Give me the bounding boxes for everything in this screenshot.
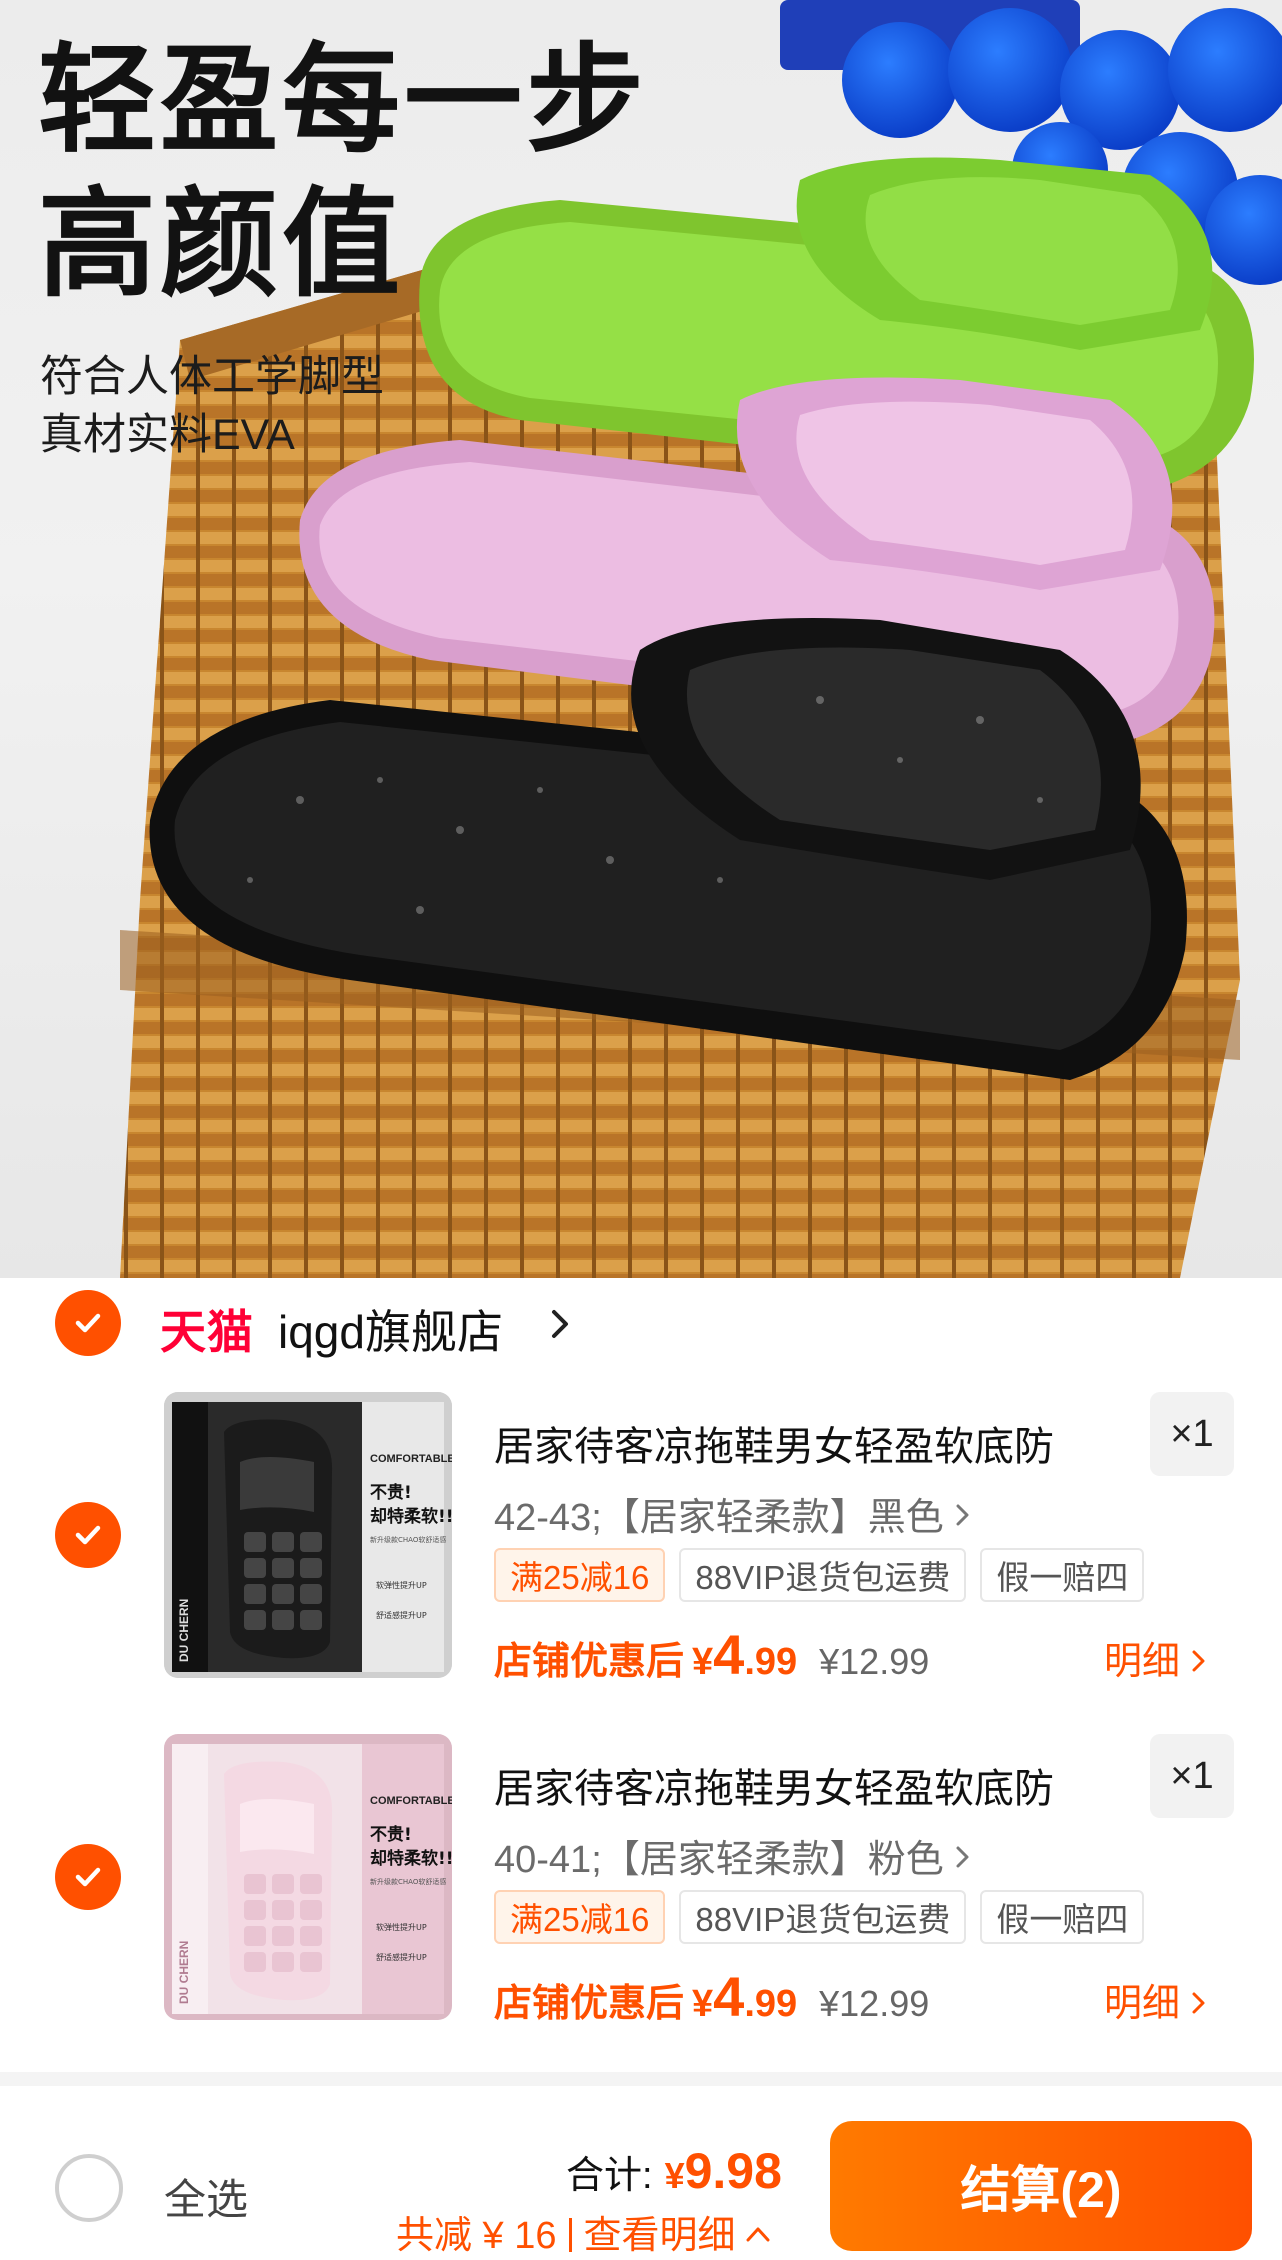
checkmark-icon: [75, 1867, 101, 1887]
sku-selector[interactable]: 40-41;【居家轻柔款】粉色: [494, 1828, 972, 1883]
checkout-button[interactable]: 结算(2): [830, 2121, 1252, 2251]
promo-tag: 满25减16: [494, 1890, 666, 1944]
chevron-right-icon: [1192, 1992, 1205, 2014]
select-all-label[interactable]: 全选: [164, 2166, 248, 2227]
cart-item: COMFORTABLE 不贵! 却特柔软!! 新升级款CHAO软舒适感 软弹性提…: [0, 1392, 1282, 1702]
select-all-checkbox[interactable]: [55, 2154, 123, 2222]
item-title[interactable]: 居家待客凉拖鞋男女轻盈软底防: [494, 1414, 1134, 1472]
box-headline-text: COMFORTABLE: [370, 1453, 452, 1465]
detail-label: 明细: [1104, 1983, 1181, 2025]
hero-title-line1: 轻盈每一步: [38, 35, 649, 167]
price-decimal: .99: [744, 1641, 798, 1683]
price-detail-link[interactable]: 明细: [1104, 1630, 1208, 1685]
item-select-checkbox[interactable]: [55, 1502, 121, 1568]
item-tags: 满25减16 88VIP退货包运费 假一赔四: [494, 1890, 1145, 1944]
price-detail-link[interactable]: 明细: [1104, 1972, 1208, 2027]
product-hero-image: 轻盈每一步 高颜值 符合人体工学脚型 真材实料EVA: [0, 0, 1282, 1278]
box-feature-2: 舒适感提升UP: [376, 1952, 427, 1962]
original-price: ¥12.99: [819, 1641, 930, 1682]
box-desc: 新升级款CHAO软舒适感: [370, 1535, 446, 1544]
service-tag: 88VIP退货包运费: [679, 1890, 967, 1944]
box-slogan-1: 不贵!: [370, 1824, 412, 1845]
promo-tag: 满25减16: [494, 1548, 666, 1602]
checkmark-icon: [75, 1313, 101, 1333]
product-thumbnail[interactable]: COMFORTABLE 不贵! 却特柔软!! 新升级款CHAO软舒适感 软弹性提…: [164, 1392, 452, 1678]
cart-item: COMFORTABLE 不贵! 却特柔软!! 新升级款CHAO软舒适感 软弹性提…: [0, 1734, 1282, 2044]
shop-name-link[interactable]: iqgd旗舰店: [278, 1296, 503, 1362]
chevron-up-icon: [746, 2227, 770, 2242]
box-feature-1: 软弹性提升UP: [376, 1922, 427, 1932]
price-currency: ¥: [692, 1641, 714, 1683]
shop-header: 天猫 iqgd旗舰店: [0, 1278, 1282, 1368]
hero-title-line2: 高颜值: [38, 179, 405, 311]
tmall-logo: 天猫: [160, 1306, 254, 1358]
product-thumbnail[interactable]: COMFORTABLE 不贵! 却特柔软!! 新升级款CHAO软舒适感 软弹性提…: [164, 1734, 452, 2020]
total-row: 合计: ¥ 9.98: [566, 2142, 782, 2200]
product-box-image: COMFORTABLE 不贵! 却特柔软!! 新升级款CHAO软舒适感 软弹性提…: [164, 1392, 452, 1678]
box-slogan-2: 却特柔软!!: [370, 1848, 452, 1869]
chevron-right-icon[interactable]: [548, 1306, 574, 1342]
shop-select-checkbox[interactable]: [55, 1290, 121, 1356]
item-select-checkbox[interactable]: [55, 1844, 121, 1910]
service-tag: 假一赔四: [980, 1548, 1145, 1602]
item-tags: 满25减16 88VIP退货包运费 假一赔四: [494, 1548, 1145, 1602]
total-amount: 9.98: [684, 2143, 782, 2199]
box-headline-text: COMFORTABLE: [370, 1795, 452, 1807]
price-label: 店铺优惠后: [494, 1641, 685, 1683]
price-integer: 4: [713, 1623, 745, 1686]
box-feature-2: 舒适感提升UP: [376, 1610, 427, 1620]
price-integer: 4: [713, 1965, 745, 2028]
original-price: ¥12.99: [819, 1983, 930, 2024]
view-detail-link[interactable]: 查看明细: [584, 2215, 736, 2257]
sku-selector[interactable]: 42-43;【居家轻柔款】黑色: [494, 1486, 972, 1541]
box-slogan-1: 不贵!: [370, 1482, 412, 1503]
sku-text: 42-43;【居家轻柔款】黑色: [494, 1497, 944, 1539]
section-divider: [0, 2072, 1282, 2086]
checkmark-icon: [75, 1525, 101, 1545]
chevron-right-icon: [1192, 1650, 1205, 1672]
box-desc: 新升级款CHAO软舒适感: [370, 1877, 446, 1886]
box-slogan-2: 却特柔软!!: [370, 1506, 452, 1527]
saving-summary[interactable]: 共减 ¥ 16 查看明细: [396, 2204, 772, 2259]
saving-text: 共减 ¥ 16: [396, 2215, 557, 2257]
chevron-right-icon: [956, 1846, 969, 1868]
detail-label: 明细: [1104, 1641, 1181, 1683]
checkout-bar: 全选 合计: ¥ 9.98 共减 ¥ 16 查看明细 结算(2): [0, 2086, 1282, 2260]
total-label: 合计:: [566, 2155, 653, 2197]
price-label: 店铺优惠后: [494, 1983, 685, 2025]
hero-subtitle-line2: 真材实料EVA: [40, 411, 295, 459]
quantity-button[interactable]: ×1: [1150, 1392, 1234, 1476]
box-brand-text: DU CHERN: [177, 1599, 191, 1662]
separator: [568, 2218, 572, 2252]
product-box-image: COMFORTABLE 不贵! 却特柔软!! 新升级款CHAO软舒适感 软弹性提…: [164, 1734, 452, 2020]
hero-subtitle-line1: 符合人体工学脚型: [40, 353, 384, 401]
quantity-button[interactable]: ×1: [1150, 1734, 1234, 1818]
sku-text: 40-41;【居家轻柔款】粉色: [494, 1839, 944, 1881]
price-decimal: .99: [744, 1983, 798, 2025]
total-currency: ¥: [664, 2155, 685, 2196]
service-tag: 88VIP退货包运费: [679, 1548, 967, 1602]
price-currency: ¥: [692, 1983, 714, 2025]
price-row: 店铺优惠后 ¥ 4 .99 ¥12.99: [494, 1622, 929, 1687]
item-title[interactable]: 居家待客凉拖鞋男女轻盈软底防: [494, 1756, 1134, 1814]
box-brand-text: DU CHERN: [177, 1941, 191, 2004]
chevron-right-icon: [956, 1504, 969, 1526]
service-tag: 假一赔四: [980, 1890, 1145, 1944]
price-row: 店铺优惠后 ¥ 4 .99 ¥12.99: [494, 1964, 929, 2029]
box-feature-1: 软弹性提升UP: [376, 1580, 427, 1590]
